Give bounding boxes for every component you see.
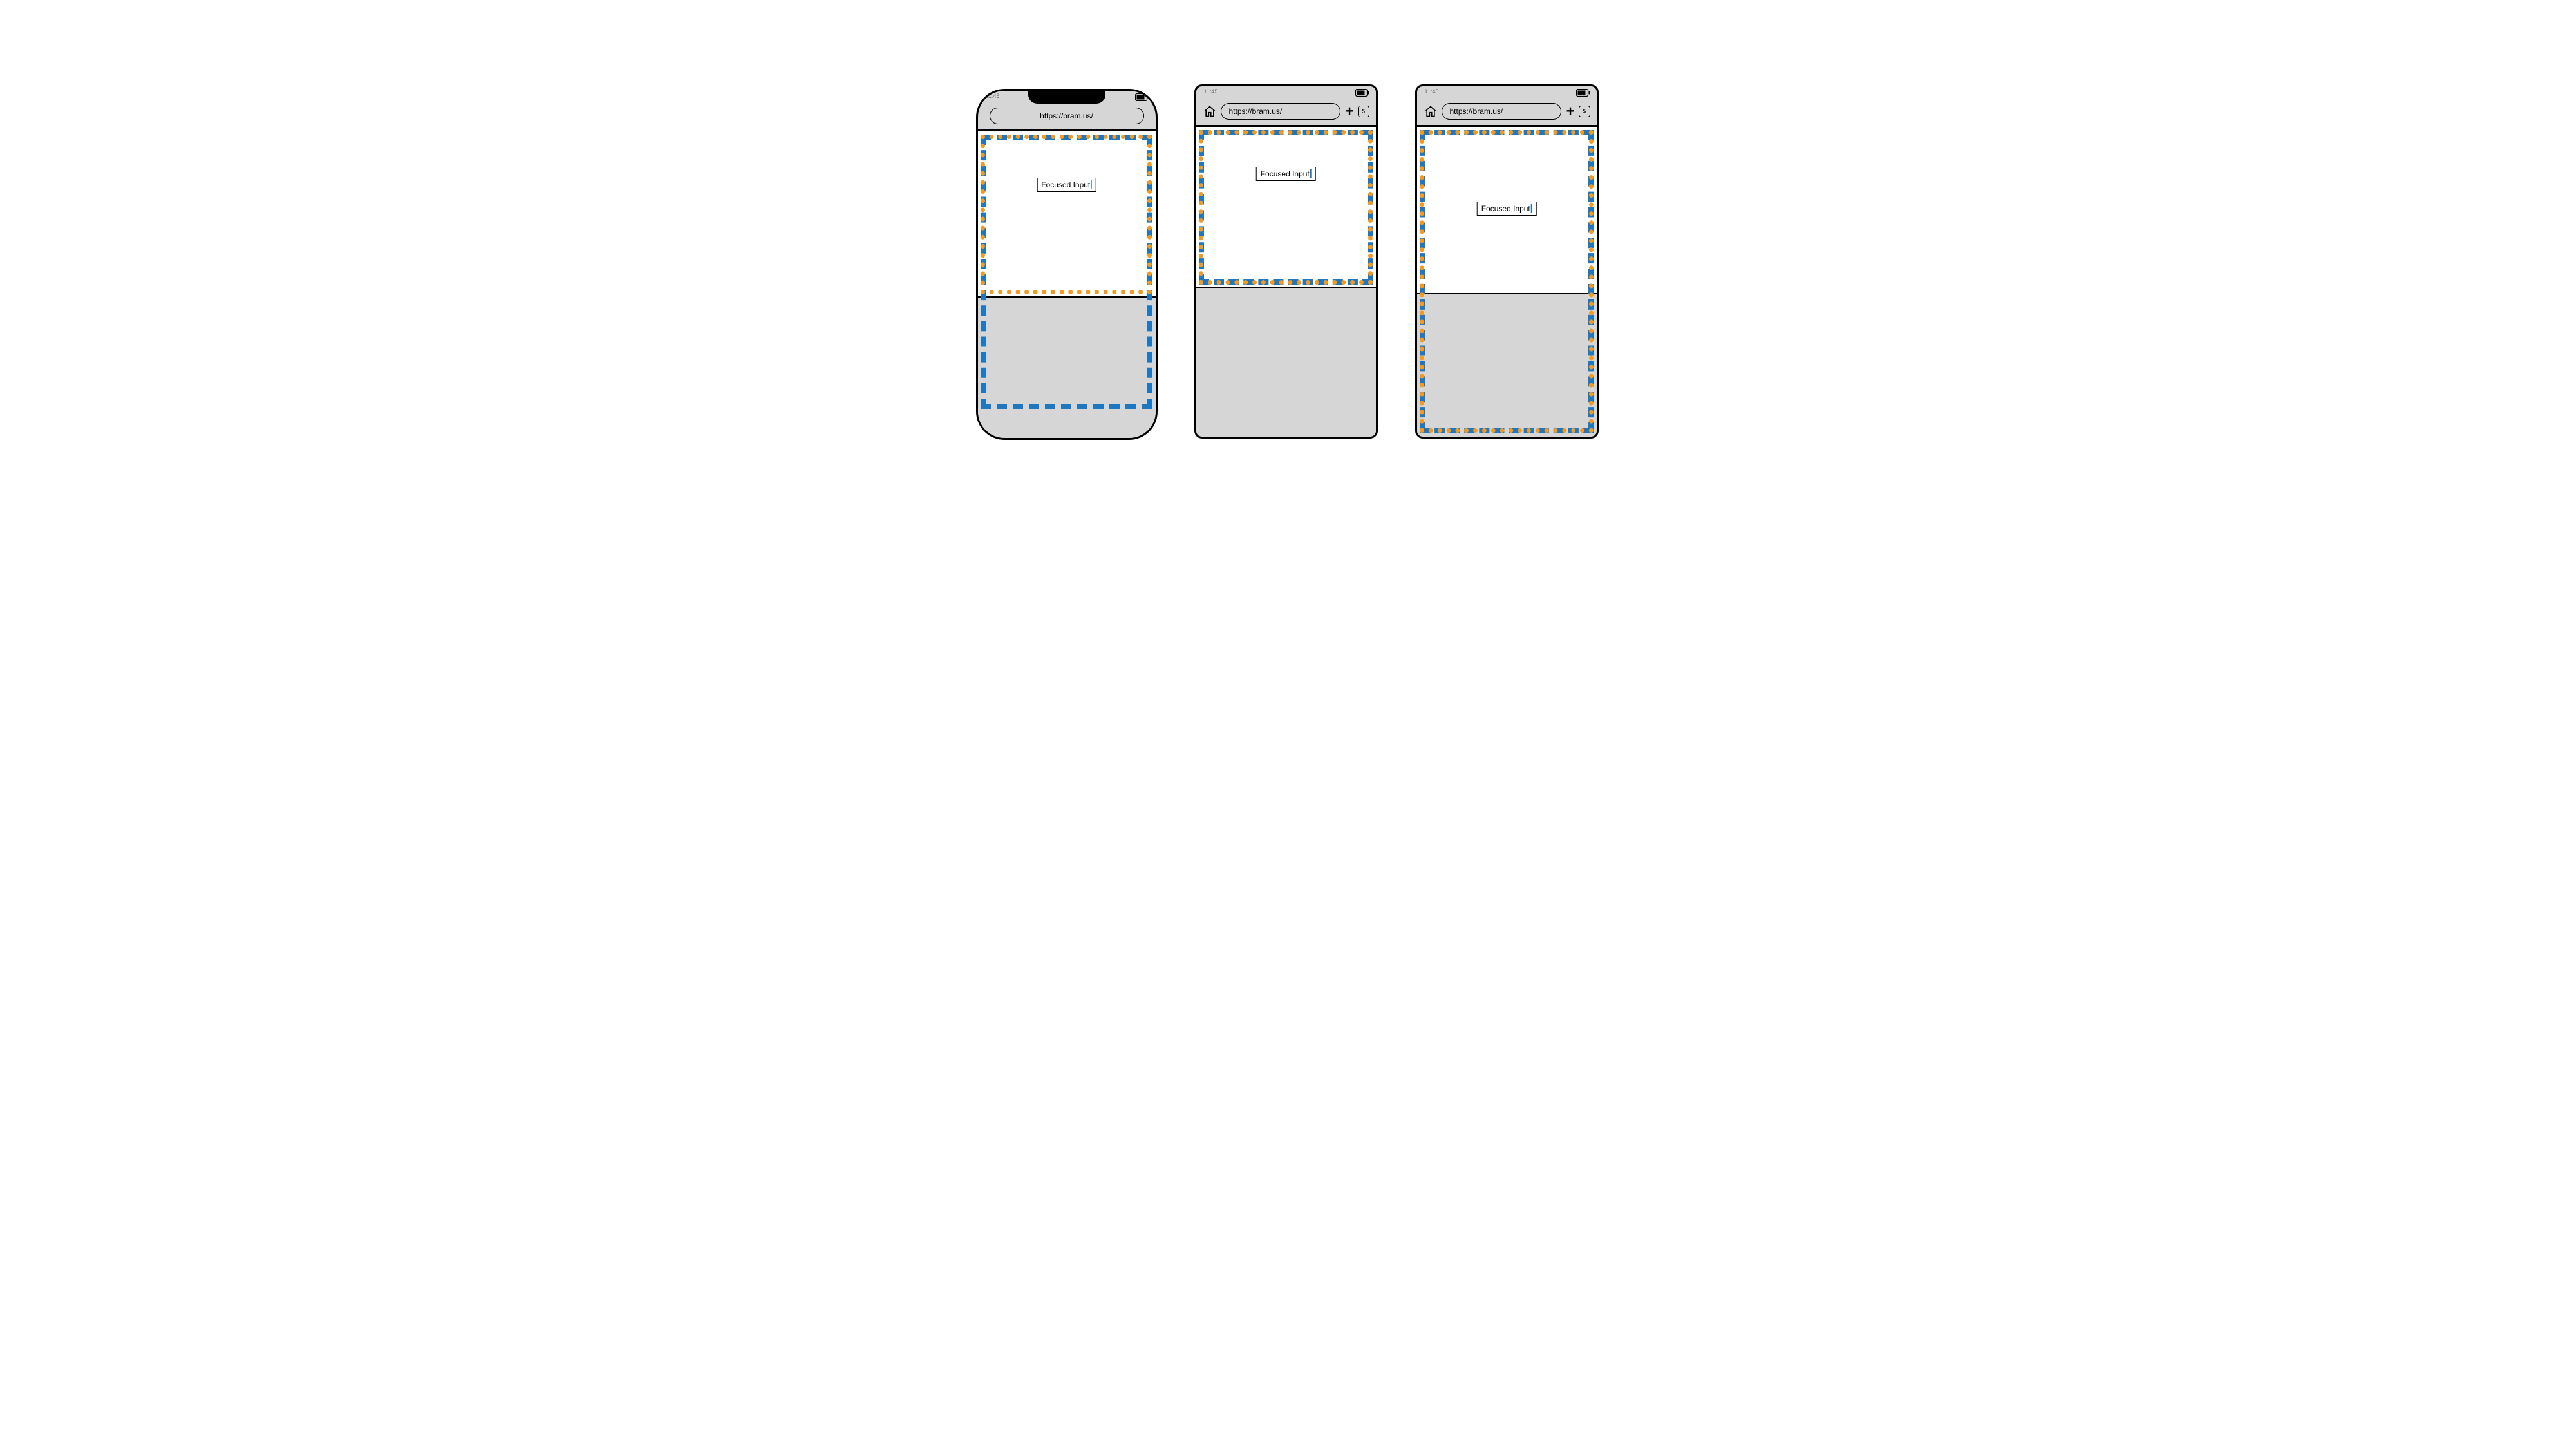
tab-count-badge[interactable]: 5: [1358, 106, 1369, 117]
phone-mockup-2: 11:45 https://bram.us/ + 5 Focused Input: [1194, 84, 1378, 439]
focused-input[interactable]: Focused Input: [1256, 167, 1316, 181]
input-label: Focused Input: [1261, 169, 1310, 178]
viewport-stack-3: Focused Input: [1417, 127, 1597, 436]
new-tab-icon[interactable]: +: [1346, 104, 1354, 118]
viewport-stack-1: Focused Input: [978, 131, 1156, 437]
visual-viewport-area: Focused Input: [1417, 127, 1597, 293]
home-icon[interactable]: [1203, 104, 1217, 118]
url-bar[interactable]: https://bram.us/: [1442, 103, 1561, 120]
battery-icon: [1576, 89, 1590, 97]
phone-mockup-1: 11:45 https://bram.us/ Focused Input: [976, 89, 1158, 440]
status-bar: 11:45: [1417, 86, 1597, 98]
input-label: Focused Input: [1041, 180, 1090, 189]
status-bar: 11:45: [978, 91, 1156, 102]
focused-input[interactable]: Focused Input: [1037, 178, 1096, 192]
new-tab-icon[interactable]: +: [1566, 104, 1575, 118]
browser-chrome: https://bram.us/: [978, 102, 1156, 129]
text-caret: [1310, 169, 1312, 178]
text-caret: [1531, 204, 1532, 213]
viewport-stack-2: Focused Input: [1196, 127, 1376, 436]
status-bar: 11:45: [1196, 86, 1376, 98]
status-time: 11:45: [1204, 88, 1218, 95]
text-caret: [1091, 180, 1092, 189]
virtual-keyboard-area: [1417, 294, 1597, 436]
browser-chrome: https://bram.us/ + 5: [1196, 98, 1376, 125]
visual-viewport-area: Focused Input: [978, 131, 1156, 296]
url-text: https://bram.us/: [1450, 107, 1503, 116]
browser-chrome: https://bram.us/ + 5: [1417, 98, 1597, 125]
input-label: Focused Input: [1481, 204, 1530, 213]
battery-icon: [1135, 93, 1149, 101]
battery-icon: [1355, 89, 1369, 97]
status-time: 11:45: [986, 93, 1000, 99]
url-text: https://bram.us/: [1040, 111, 1093, 120]
status-time: 11:45: [1425, 88, 1439, 95]
virtual-keyboard-area: [978, 298, 1156, 437]
viewport-comparison-diagram: 11:45 https://bram.us/ Focused Input: [818, 0, 1758, 529]
phone-mockup-3: 11:45 https://bram.us/ + 5 Focused Input: [1415, 84, 1599, 439]
tab-count-badge[interactable]: 5: [1579, 106, 1590, 117]
visual-viewport-area: Focused Input: [1196, 127, 1376, 287]
virtual-keyboard-area: [1196, 288, 1376, 436]
url-bar[interactable]: https://bram.us/: [1221, 103, 1340, 120]
home-icon[interactable]: [1424, 104, 1438, 118]
focused-input[interactable]: Focused Input: [1477, 202, 1537, 216]
url-text: https://bram.us/: [1229, 107, 1283, 116]
url-bar[interactable]: https://bram.us/: [990, 108, 1144, 124]
